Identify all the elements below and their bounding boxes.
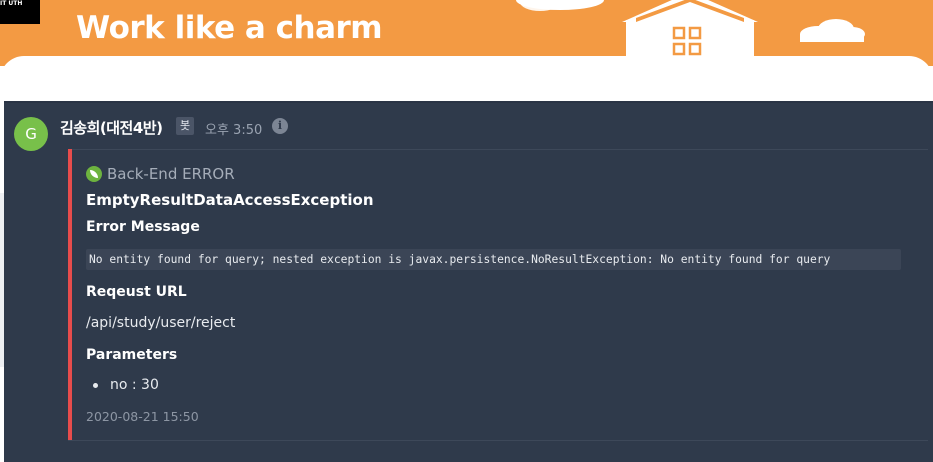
banner: IT UTH Work like a charm (0, 0, 933, 66)
corner-logo: IT UTH (0, 0, 40, 24)
list-bullet (93, 383, 98, 388)
banner-bottom-curve (0, 56, 933, 66)
error-message-code: No entity found for query; nested except… (86, 249, 901, 270)
message-time[interactable]: 오후 3:50 (205, 119, 262, 138)
attachment-bottom-border (68, 440, 928, 441)
request-url-value: /api/study/user/reject (86, 315, 236, 331)
request-url-label: Reqeust URL (86, 284, 187, 300)
error-message-label: Error Message (86, 219, 200, 235)
bot-badge: 봇 (176, 117, 195, 135)
chat-top-border (4, 101, 933, 103)
corner-logo-text: IT UTH (0, 0, 23, 7)
avatar[interactable]: G (14, 117, 48, 151)
spring-leaf-icon (86, 166, 102, 182)
info-icon[interactable]: i (272, 118, 288, 134)
cloud-icon (516, 0, 604, 11)
attachment-title: EmptyResultDataAccessException (86, 191, 374, 209)
attachment-author: Back-End ERROR (107, 165, 235, 183)
banner-title: Work like a charm (76, 10, 383, 46)
cloud-icon (800, 19, 865, 42)
parameter-item: no : 30 (110, 377, 159, 393)
parameters-label: Parameters (86, 347, 178, 363)
message-username[interactable]: 김송희(대전4반) (60, 117, 163, 138)
attachment-footer-timestamp: 2020-08-21 15:50 (86, 409, 199, 424)
